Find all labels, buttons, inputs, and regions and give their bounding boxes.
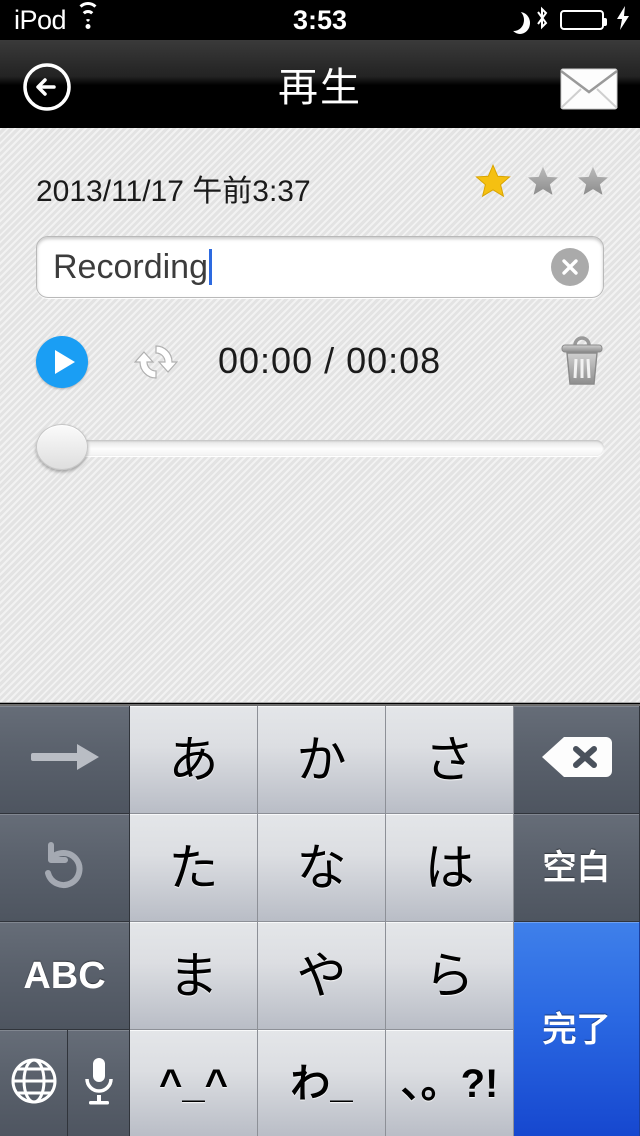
- key-space[interactable]: 空白: [514, 814, 640, 922]
- play-button[interactable]: [36, 336, 88, 388]
- lightning-bolt-icon: [616, 6, 630, 34]
- star-2-empty[interactable]: [524, 162, 562, 200]
- key-kana-a[interactable]: あ: [130, 706, 258, 814]
- recording-detail-panel: 2013/11/17 午前3:37 Recording 00:00 / 00:0…: [0, 128, 640, 703]
- slider-thumb[interactable]: [36, 424, 88, 470]
- key-label-emoticon: ^_^: [159, 1061, 228, 1106]
- page-title: 再生: [278, 66, 362, 110]
- key-done[interactable]: 完了: [514, 922, 640, 1136]
- slider-track: [62, 440, 604, 456]
- key-kana-sa[interactable]: さ: [386, 706, 514, 814]
- key-label-punctuation: 、。?!: [400, 1061, 499, 1106]
- key-label-abc: ABC: [23, 954, 106, 997]
- key-label-kana-ha: は: [424, 839, 475, 896]
- recording-title-input[interactable]: Recording: [36, 236, 604, 298]
- key-kana-wa[interactable]: わ_: [258, 1030, 386, 1136]
- key-label-kana-ma: ま: [168, 947, 219, 1004]
- key-dictation[interactable]: [68, 1030, 130, 1136]
- japanese-kana-keyboard: あ か さた な は 空白 ABC ま や ら完了 ^_^ わ_ 、。?!: [0, 704, 640, 1136]
- recording-title-value: Recording: [53, 247, 208, 286]
- backspace-icon: [540, 733, 614, 786]
- key-undo[interactable]: [0, 814, 130, 922]
- star-3-empty[interactable]: [574, 162, 612, 200]
- key-kana-ya[interactable]: や: [258, 922, 386, 1030]
- key-label-kana-ra: ら: [424, 947, 475, 1004]
- moon-icon: [501, 7, 524, 31]
- key-label-done: 完了: [542, 1010, 611, 1049]
- time-display: 00:00 / 00:08: [218, 340, 442, 381]
- key-label-kana-a: あ: [168, 731, 219, 788]
- play-icon: [54, 350, 75, 374]
- text-caret: [208, 249, 212, 285]
- key-next-candidate[interactable]: [0, 706, 130, 814]
- globe-icon: [9, 1056, 59, 1111]
- key-label-kana-wa: わ_: [290, 1061, 353, 1106]
- key-abc[interactable]: ABC: [0, 922, 130, 1030]
- key-label-kana-ta: た: [168, 839, 219, 896]
- playback-controls: 00:00 / 00:08: [0, 328, 640, 408]
- next-candidate-icon: [25, 740, 105, 779]
- key-punctuation[interactable]: 、。?!: [386, 1030, 514, 1136]
- envelope-icon[interactable]: [560, 68, 618, 110]
- status-bar-right: [501, 0, 630, 40]
- key-label-kana-sa: さ: [424, 731, 475, 788]
- key-kana-ta[interactable]: た: [130, 814, 258, 922]
- clear-x-circle-icon[interactable]: [551, 248, 589, 286]
- recording-date: 2013/11/17 午前3:37: [36, 175, 311, 208]
- key-kana-ma[interactable]: ま: [130, 922, 258, 1030]
- key-emoticon[interactable]: ^_^: [130, 1030, 258, 1136]
- bluetooth-icon: [534, 6, 550, 34]
- key-label-kana-ka: か: [296, 731, 347, 788]
- key-label-space: 空白: [542, 848, 611, 887]
- navigation-bar: 再生: [0, 40, 640, 128]
- key-kana-ka[interactable]: か: [258, 706, 386, 814]
- key-kana-ra[interactable]: ら: [386, 922, 514, 1030]
- battery-icon: [560, 10, 607, 30]
- star-1-filled[interactable]: [474, 162, 512, 200]
- key-globe[interactable]: [0, 1030, 68, 1136]
- key-label-kana-ya: や: [296, 947, 347, 1004]
- key-kana-ha[interactable]: は: [386, 814, 514, 922]
- rating-stars[interactable]: [474, 162, 612, 200]
- dictation-icon: [81, 1055, 117, 1112]
- undo-icon: [37, 837, 93, 898]
- key-label-kana-na: な: [296, 839, 347, 896]
- key-backspace[interactable]: [514, 706, 640, 814]
- key-kana-na[interactable]: な: [258, 814, 386, 922]
- playback-progress-slider[interactable]: [36, 424, 604, 470]
- loop-repeat-icon[interactable]: [132, 338, 180, 386]
- app-screen: iPod 3:53 再生 2013/11/17 午前3:37 Recording…: [0, 0, 640, 1136]
- bluetooth-glyph: [537, 6, 548, 30]
- status-bar: iPod 3:53: [0, 0, 640, 40]
- recording-title-field-wrap: Recording: [36, 236, 604, 298]
- trash-icon[interactable]: [560, 336, 604, 388]
